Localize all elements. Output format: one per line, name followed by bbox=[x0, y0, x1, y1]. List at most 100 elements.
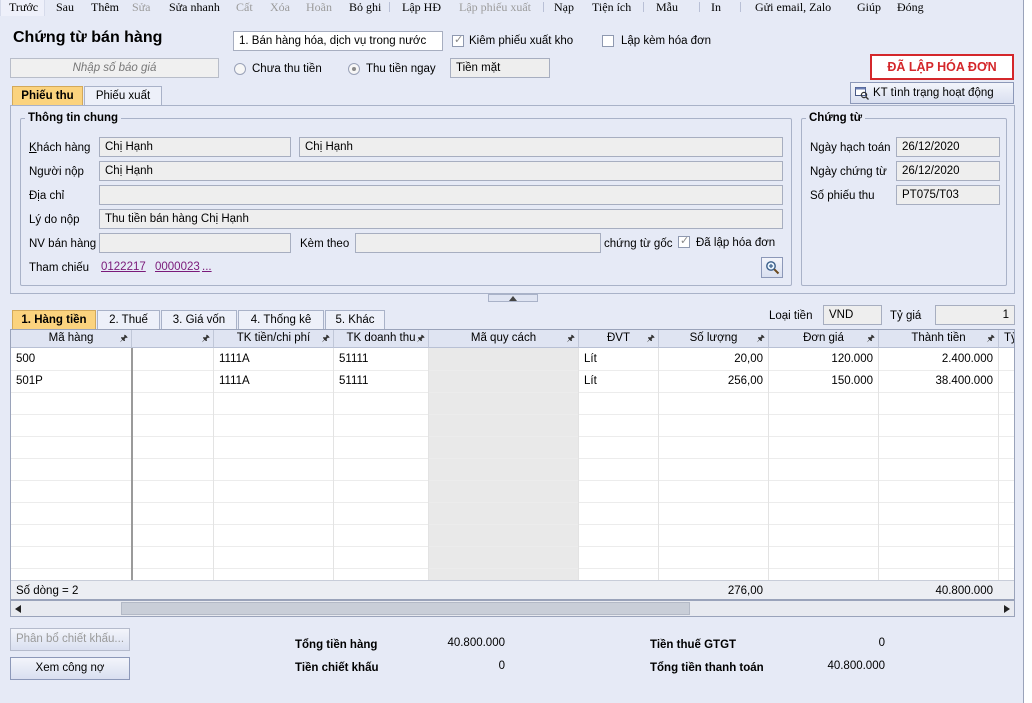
cell-ma-hang[interactable]: 501P bbox=[11, 370, 131, 392]
grid-footer: Số dòng = 2 276,00 40.800.000 bbox=[11, 580, 1014, 599]
col-ma-hang[interactable]: Mã hàng 🖈 bbox=[11, 330, 132, 348]
khach-hang-label-text: hách hàng bbox=[36, 142, 91, 154]
row-divider bbox=[11, 480, 1014, 481]
cell-tk-tien[interactable]: 1111A bbox=[214, 348, 333, 370]
cell-thanh-tien[interactable]: 2.400.000 bbox=[879, 348, 998, 370]
tab-gia-von[interactable]: 3. Giá vốn bbox=[161, 310, 237, 330]
voucher-date-input[interactable]: 26/12/2020 bbox=[896, 161, 1000, 181]
tien-chiet-khau-label: Tiền chiết khấu bbox=[295, 662, 379, 674]
toolbar-next[interactable]: Sau bbox=[56, 0, 74, 14]
cell-ma-hang[interactable]: 500 bbox=[11, 348, 131, 370]
toolbar-send-email[interactable]: Gửi email, Zalo bbox=[755, 0, 831, 14]
salesperson-input[interactable] bbox=[99, 233, 291, 253]
toolbar-template[interactable]: Mẫu bbox=[656, 0, 678, 14]
payment-method-select[interactable]: Tiền mặt bbox=[450, 58, 550, 78]
tab-khac[interactable]: 5. Khác bbox=[325, 310, 385, 330]
col-ty[interactable]: Tỷ bbox=[999, 330, 1014, 348]
quote-number-input[interactable]: Nhập số báo giá bbox=[10, 58, 219, 78]
detail-grid[interactable]: Mã hàng 🖈 🖈 TK tiền/chi phí 🖈 TK doanh thu… bbox=[10, 329, 1015, 600]
receipt-number-input[interactable]: PT075/T03 bbox=[896, 185, 1000, 205]
row-divider bbox=[11, 458, 1014, 459]
toolbar-unpost[interactable]: Bỏ ghi bbox=[349, 0, 381, 14]
toolbar-quick-edit[interactable]: Sửa nhanh bbox=[169, 0, 220, 14]
tab-thong-ke[interactable]: 4. Thống kê bbox=[238, 310, 324, 330]
cell-dvt[interactable]: Lít bbox=[579, 370, 658, 392]
posting-date-input[interactable]: 26/12/2020 bbox=[896, 137, 1000, 157]
zoom-button[interactable] bbox=[761, 257, 783, 278]
cell-tk-tien[interactable]: 1111A bbox=[214, 370, 333, 392]
toolbar-save[interactable]: Cất bbox=[236, 0, 253, 14]
reference-more-link[interactable]: ... bbox=[202, 261, 212, 273]
col-thanh-tien[interactable]: Thành tiền 🖈 bbox=[879, 330, 999, 348]
chung-tu-goc-label: chứng từ gốc bbox=[604, 238, 673, 250]
cell-so-luong[interactable]: 20,00 bbox=[659, 348, 768, 370]
total-amount: 40.800.000 bbox=[935, 585, 993, 597]
toolbar-create-issue[interactable]: Lập phiếu xuất bbox=[459, 0, 531, 14]
toolbar-create-invoice[interactable]: Lập HĐ bbox=[402, 0, 441, 14]
sale-type-select[interactable]: 1. Bán hàng hóa, dịch vụ trong nước bbox=[233, 31, 443, 51]
tab-phieu-thu[interactable]: Phiếu thu bbox=[12, 86, 83, 106]
tab-hang-tien[interactable]: 1. Hàng tiền bbox=[12, 310, 96, 330]
lap-kem-hoa-don-checkbox[interactable] bbox=[602, 35, 614, 47]
lap-kem-hoa-don-label: Lập kèm hóa đơn bbox=[621, 35, 712, 47]
currency-select[interactable]: VND bbox=[823, 305, 882, 325]
toolbar-load[interactable]: Nạp bbox=[554, 0, 574, 14]
kiem-phieu-xuat-kho-checkbox[interactable] bbox=[452, 33, 464, 47]
toolbar-delete[interactable]: Xóa bbox=[270, 0, 290, 14]
col-dvt[interactable]: ĐVT 🖈 bbox=[579, 330, 659, 348]
row-divider bbox=[11, 436, 1014, 437]
tien-chiet-khau-value: 0 bbox=[498, 660, 505, 672]
col-description[interactable]: 🖈 bbox=[132, 330, 214, 348]
customer-name-input[interactable]: Chị Hạnh bbox=[299, 137, 783, 157]
da-lap-hoa-don-checkbox[interactable] bbox=[678, 234, 690, 248]
reason-input[interactable]: Thu tiền bán hàng Chị Hạnh bbox=[99, 209, 783, 229]
reference-link-2[interactable]: 0000023 bbox=[155, 261, 200, 273]
col-tk-doanh-thu[interactable]: TK doanh thu 🖈 bbox=[334, 330, 429, 348]
cell-tk-doanh-thu[interactable]: 51111 bbox=[334, 370, 428, 392]
toolbar-help[interactable]: Giúp bbox=[857, 0, 881, 14]
ly-do-nop-label: Lý do nộp bbox=[29, 214, 80, 226]
tab-thue[interactable]: 2. Thuế bbox=[97, 310, 160, 330]
toolbar-prev[interactable]: Trước bbox=[9, 0, 38, 14]
customer-code-input[interactable]: Chị Hạnh bbox=[99, 137, 291, 157]
cell-don-gia[interactable]: 150.000 bbox=[769, 370, 878, 392]
kiem-phieu-xuat-kho-label: Kiêm phiếu xuất kho bbox=[469, 35, 574, 47]
phan-bo-chiet-khau-button[interactable]: Phân bổ chiết khấu... bbox=[10, 628, 130, 651]
chua-thu-tien-radio[interactable] bbox=[234, 63, 246, 75]
tab-phieu-xuat[interactable]: Phiếu xuất bbox=[84, 86, 162, 106]
exchange-rate-input[interactable]: 1 bbox=[935, 305, 1015, 325]
toolbar-edit[interactable]: Sửa bbox=[132, 0, 151, 14]
cell-don-gia[interactable]: 120.000 bbox=[769, 348, 878, 370]
col-so-luong[interactable]: Số lượng 🖈 bbox=[659, 330, 769, 348]
toolbar-print[interactable]: In bbox=[711, 0, 721, 14]
scroll-left-icon[interactable] bbox=[15, 605, 21, 613]
row-count: Số dòng = 2 bbox=[16, 585, 79, 597]
kt-tinh-trang-button[interactable]: KT tình trạng hoạt động DN bbox=[850, 82, 1014, 119]
toolbar-defer[interactable]: Hoãn bbox=[306, 0, 332, 14]
scroll-right-icon[interactable] bbox=[1004, 605, 1010, 613]
address-input[interactable] bbox=[99, 185, 783, 205]
xem-cong-no-button[interactable]: Xem công nợ bbox=[10, 657, 130, 680]
horizontal-scrollbar[interactable] bbox=[10, 600, 1015, 617]
toolbar-add[interactable]: Thêm bbox=[91, 0, 119, 14]
col-tk-tien-label: TK tiền/chi phí bbox=[236, 332, 311, 344]
col-don-gia[interactable]: Đơn giá 🖈 bbox=[769, 330, 879, 348]
cell-tk-doanh-thu[interactable]: 51111 bbox=[334, 348, 428, 370]
toolbar-close[interactable]: Đóng bbox=[897, 0, 924, 14]
toolbar-utilities[interactable]: Tiện ích bbox=[592, 0, 631, 14]
cell-so-luong[interactable]: 256,00 bbox=[659, 370, 768, 392]
collapse-handle[interactable] bbox=[488, 294, 538, 302]
page-title: Chứng từ bán hàng bbox=[13, 29, 163, 46]
col-ma-quy-cach[interactable]: Mã quy cách 🖈 bbox=[429, 330, 579, 348]
attachments-input[interactable] bbox=[355, 233, 601, 253]
scrollbar-thumb[interactable] bbox=[121, 602, 690, 615]
col-tk-tien[interactable]: TK tiền/chi phí 🖈 bbox=[214, 330, 334, 348]
cell-dvt[interactable]: Lít bbox=[579, 348, 658, 370]
reference-link-1[interactable]: 0122217 bbox=[101, 261, 146, 273]
payer-input[interactable]: Chị Hạnh bbox=[99, 161, 783, 181]
cell-thanh-tien[interactable]: 38.400.000 bbox=[879, 370, 998, 392]
tham-chieu-label: Tham chiếu bbox=[29, 262, 90, 274]
thu-tien-ngay-radio[interactable] bbox=[348, 63, 360, 75]
total-quantity: 276,00 bbox=[727, 585, 763, 597]
col-ma-hang-label: Mã hàng bbox=[48, 332, 94, 344]
